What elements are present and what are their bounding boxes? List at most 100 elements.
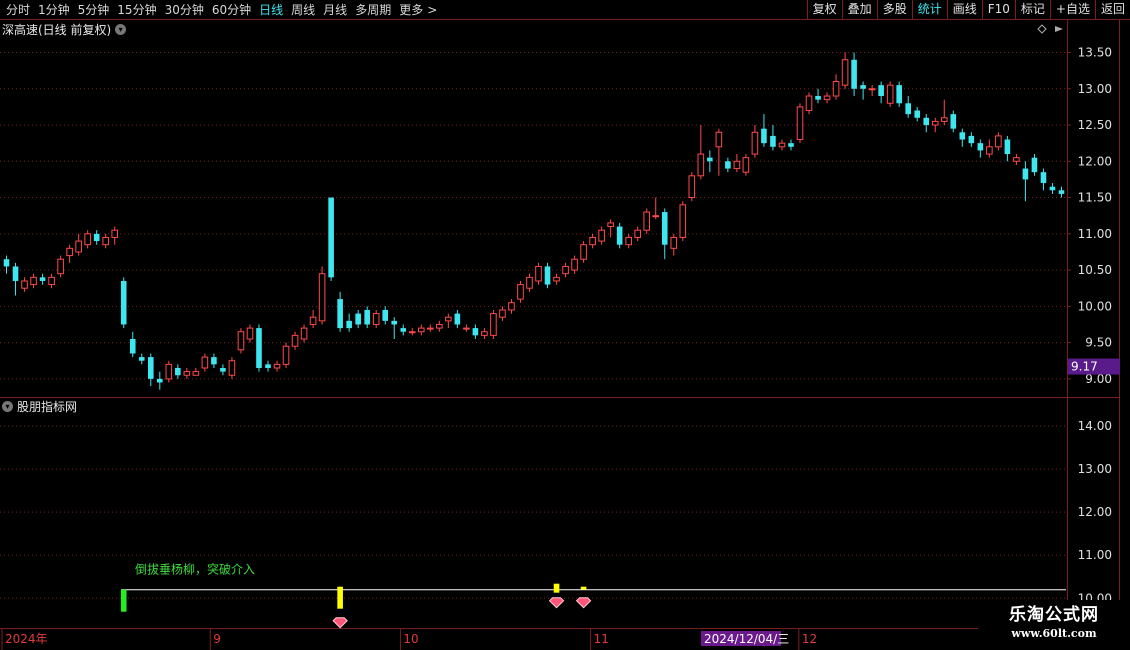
price-tick-label: 9.50 (1085, 336, 1112, 350)
candle-body-up (571, 258, 578, 271)
candle-body-down (968, 135, 975, 144)
candle-body-down (211, 357, 217, 365)
candle-body-up (553, 276, 560, 282)
price-tick-label: 10.50 (1078, 263, 1112, 277)
candle-body-down (616, 226, 623, 245)
signal-green-bar (120, 589, 127, 612)
signal-text: 倒拔垂杨柳，突破介入 (135, 562, 255, 577)
candle-body-up (30, 276, 37, 286)
candle-body-up (931, 120, 939, 126)
candle-body-down (39, 277, 46, 281)
candle-body-up (102, 236, 109, 246)
candle-body-up (408, 331, 416, 334)
candle-body-up (995, 135, 1002, 148)
cursor-date-label: 2024/12/04/三 (704, 632, 789, 646)
watermark: 乐淘公式网 www.60lt.com (978, 600, 1130, 650)
candle-body-up (940, 117, 948, 122)
candle-body-down (959, 132, 966, 140)
expand-arrow-icon (1055, 26, 1063, 32)
candle-body-down (472, 328, 479, 336)
candle-body-up (372, 313, 380, 325)
price-tick-label: 13.00 (1078, 82, 1112, 96)
candle-body-up (625, 236, 632, 246)
diamond-outline-icon (1037, 24, 1047, 34)
candle-body-down (544, 266, 551, 285)
candle-body-up (192, 371, 200, 376)
right-side-panel[interactable] (1120, 20, 1130, 650)
candle-body-up (580, 244, 587, 260)
candle-body-up (886, 84, 894, 104)
candle-body-up (535, 265, 542, 282)
signal-yellow-bar (337, 586, 343, 609)
candle-body-down (1031, 157, 1038, 173)
candle-body-down (860, 85, 866, 89)
candle-body-up (66, 247, 73, 257)
kline-chart[interactable]: 13.50 13.00 12.50 12.00 11.50 11.00 10.50 10.00… (0, 0, 1130, 650)
candle-body-up (165, 363, 173, 380)
date-label: 10 (403, 632, 418, 646)
candle-body-up (670, 236, 678, 249)
candle-body-down (878, 85, 884, 97)
candle-body-up (309, 316, 317, 325)
candle-body-up (589, 236, 596, 246)
candle-body-up (751, 131, 759, 155)
candle-body-up (273, 363, 281, 369)
candle-body-up (463, 327, 470, 330)
candle-body-up (282, 345, 290, 365)
candle-body-up (778, 142, 786, 148)
diamond-icon (332, 617, 348, 629)
indicator-tick-label: 13.00 (1078, 462, 1112, 476)
candle-body-up (1013, 157, 1020, 162)
candle-body-up (246, 327, 254, 340)
date-label: 9 (213, 632, 221, 646)
candle-body-up (508, 302, 515, 311)
candle-body-up (48, 276, 55, 286)
candle-body-up (75, 240, 82, 253)
candle-body-down (761, 128, 767, 144)
candle-body-down (896, 85, 902, 104)
candle-body-down (725, 161, 731, 169)
candle-body-up (742, 157, 750, 173)
candle-body-down (851, 59, 857, 89)
signal-yellow-tiny (580, 586, 587, 590)
candle-body-down (815, 96, 821, 100)
candle-body-up (652, 215, 660, 218)
candle-body-up (201, 356, 209, 369)
indicator-tick-label: 11.00 (1078, 548, 1112, 562)
signal-yellow-small (553, 583, 560, 593)
candle-body-down (1040, 172, 1047, 184)
candle-body-down (707, 157, 713, 162)
candle-body-up (228, 360, 236, 376)
candle-body-up (643, 211, 651, 231)
candle-body-up (499, 309, 506, 318)
candle-body-down (138, 357, 145, 361)
candle-body-down (977, 143, 984, 151)
indicator-tick-label: 12.00 (1078, 505, 1112, 519)
candle-body-up (832, 81, 840, 97)
candle-body-up (634, 229, 641, 238)
indicator-tick-label: 14.00 (1078, 419, 1112, 433)
date-label: 2024年 (5, 632, 48, 646)
candle-body-up (688, 175, 696, 199)
candle-body-down (346, 320, 352, 329)
candle-body-up (490, 313, 497, 336)
candle-body-up (436, 323, 443, 329)
price-tick-label: 11.50 (1078, 191, 1112, 205)
candle-body-down (923, 117, 930, 126)
current-price-label: 9.17 (1071, 360, 1098, 374)
candle-body-up (805, 95, 813, 112)
price-tick-label: 12.50 (1078, 118, 1112, 132)
candle-body-down (661, 212, 668, 245)
candle-body-up (481, 331, 488, 336)
price-tick-label: 10.00 (1078, 299, 1112, 313)
candle-body-down (157, 378, 163, 383)
candle-body-down (256, 328, 262, 368)
candle-body-down (93, 233, 100, 242)
candle-body-up (679, 204, 687, 238)
candle-body-up (607, 222, 614, 228)
candle-body-down (950, 114, 957, 129)
candle-body-down (129, 338, 136, 354)
candle-body-up (445, 316, 452, 322)
candle-body-up (823, 95, 831, 101)
date-label: 12 (802, 632, 817, 646)
